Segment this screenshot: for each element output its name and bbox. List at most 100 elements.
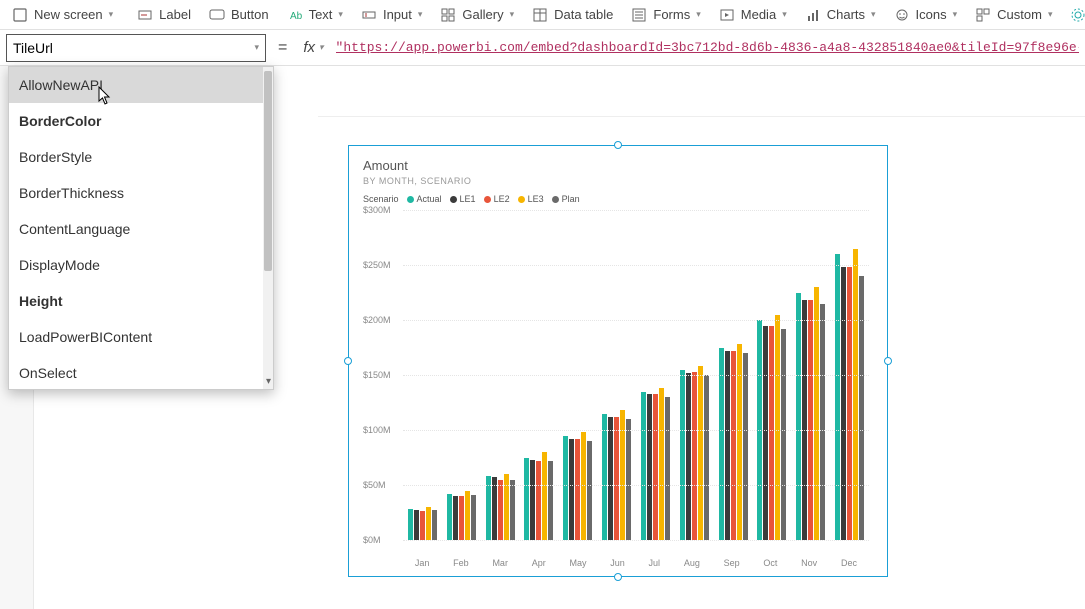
chevron-down-icon: ▾ <box>418 9 423 20</box>
bar <box>769 326 774 541</box>
resize-handle-n[interactable] <box>614 141 622 149</box>
legend-label: Scenario <box>363 194 399 204</box>
bar <box>665 397 670 540</box>
bar <box>692 372 697 540</box>
legend-item: LE3 <box>518 194 544 204</box>
legend-text: LE3 <box>528 194 544 204</box>
charts-button[interactable]: Charts ▾ <box>797 4 884 26</box>
svg-text:Ab: Ab <box>290 11 302 22</box>
property-option[interactable]: ContentLanguage <box>9 211 263 247</box>
y-tick-label: $300M <box>363 205 391 215</box>
x-tick-label: Jul <box>649 558 661 568</box>
forms-button[interactable]: Forms ▾ <box>623 4 708 26</box>
data-table-button[interactable]: Data table <box>524 4 621 26</box>
text-icon: Ab <box>287 7 303 23</box>
property-input[interactable] <box>13 40 233 56</box>
bar-group <box>563 432 592 540</box>
legend-swatch <box>450 196 457 203</box>
x-tick-label: Oct <box>763 558 777 568</box>
property-option[interactable]: DisplayMode <box>9 247 263 283</box>
chart-legend: ScenarioActualLE1LE2LE3Plan <box>363 194 873 204</box>
resize-handle-e[interactable] <box>884 357 892 365</box>
y-tick-label: $250M <box>363 260 391 270</box>
formula-text[interactable]: "https://app.powerbi.com/embed?dashboard… <box>336 40 1079 55</box>
legend-swatch <box>552 196 559 203</box>
bar-group <box>719 344 748 540</box>
x-tick-label: Jun <box>610 558 625 568</box>
property-dropdown[interactable]: AllowNewAPIBorderColorBorderStyleBorderT… <box>8 66 274 390</box>
scroll-thumb[interactable] <box>264 71 272 271</box>
bar <box>814 287 819 540</box>
ai-builder-button[interactable]: AI Builder ▾ <box>1062 4 1085 26</box>
legend-item: Actual <box>407 194 442 204</box>
button-icon <box>209 7 225 23</box>
resize-handle-s[interactable] <box>614 573 622 581</box>
fx-button[interactable]: fx ▾ <box>299 39 327 56</box>
property-option[interactable]: BorderStyle <box>9 139 263 175</box>
bar <box>459 496 464 540</box>
custom-button[interactable]: Custom ▾ <box>967 4 1060 26</box>
legend-item: Plan <box>552 194 580 204</box>
powerbi-tile[interactable]: Amount BY MONTH, SCENARIO ScenarioActual… <box>348 145 888 577</box>
resize-handle-w[interactable] <box>344 357 352 365</box>
bar <box>763 326 768 541</box>
input-button[interactable]: Input ▾ <box>353 4 430 26</box>
scrollbar[interactable] <box>263 67 273 389</box>
bar-group <box>835 249 864 541</box>
text-button[interactable]: Ab Text ▾ <box>279 4 351 26</box>
charts-label: Charts <box>827 7 865 22</box>
bar <box>641 392 646 541</box>
legend-text: Plan <box>562 194 580 204</box>
chevron-down-icon: ▾ <box>1048 9 1053 20</box>
button-button[interactable]: Button <box>201 4 277 26</box>
property-option[interactable]: Height <box>9 283 263 319</box>
gridline <box>403 430 869 431</box>
new-screen-button[interactable]: New screen ▾ <box>4 4 121 26</box>
bar-group <box>680 366 709 540</box>
bar <box>781 329 786 540</box>
bar <box>524 458 529 541</box>
bar <box>704 375 709 540</box>
chevron-down-icon: ▾ <box>953 9 958 20</box>
bar <box>563 436 568 541</box>
icons-button[interactable]: Icons ▾ <box>886 4 966 26</box>
chevron-down-icon: ▾ <box>510 9 515 20</box>
bar <box>725 351 730 540</box>
canvas[interactable]: Amount BY MONTH, SCENARIO ScenarioActual… <box>318 116 1085 609</box>
bar <box>465 491 470 541</box>
bar <box>530 460 535 540</box>
bar-group <box>486 474 515 540</box>
property-option[interactable]: LoadPowerBIContent <box>9 319 263 355</box>
media-icon <box>719 7 735 23</box>
property-selector[interactable]: ▾ <box>6 34 266 62</box>
button-label: Button <box>231 7 269 22</box>
bar <box>719 348 724 541</box>
bar <box>414 510 419 540</box>
property-option[interactable]: OnSelect <box>9 355 263 389</box>
equals-label: = <box>274 39 291 57</box>
media-button[interactable]: Media ▾ <box>711 4 795 26</box>
forms-icon <box>631 7 647 23</box>
chevron-down-icon: ▾ <box>338 9 343 20</box>
property-option[interactable]: BorderColor <box>9 103 263 139</box>
forms-label: Forms <box>653 7 690 22</box>
gridline <box>403 320 869 321</box>
y-tick-label: $100M <box>363 425 391 435</box>
gridline <box>403 485 869 486</box>
x-tick-label: Dec <box>841 558 857 568</box>
gallery-button[interactable]: Gallery ▾ <box>432 4 522 26</box>
x-tick-label: Jan <box>415 558 430 568</box>
label-button[interactable]: Label <box>129 4 199 26</box>
legend-text: Actual <box>417 194 442 204</box>
media-label: Media <box>741 7 776 22</box>
property-option[interactable]: BorderThickness <box>9 175 263 211</box>
workspace: AllowNewAPIBorderColorBorderStyleBorderT… <box>0 66 1085 609</box>
bar <box>835 254 840 540</box>
bar <box>602 414 607 541</box>
bar-group <box>641 388 670 540</box>
ai-icon <box>1070 7 1085 23</box>
bar <box>686 373 691 540</box>
chevron-down-icon: ▾ <box>319 42 324 53</box>
property-option[interactable]: AllowNewAPI <box>9 67 263 103</box>
bar <box>737 344 742 540</box>
